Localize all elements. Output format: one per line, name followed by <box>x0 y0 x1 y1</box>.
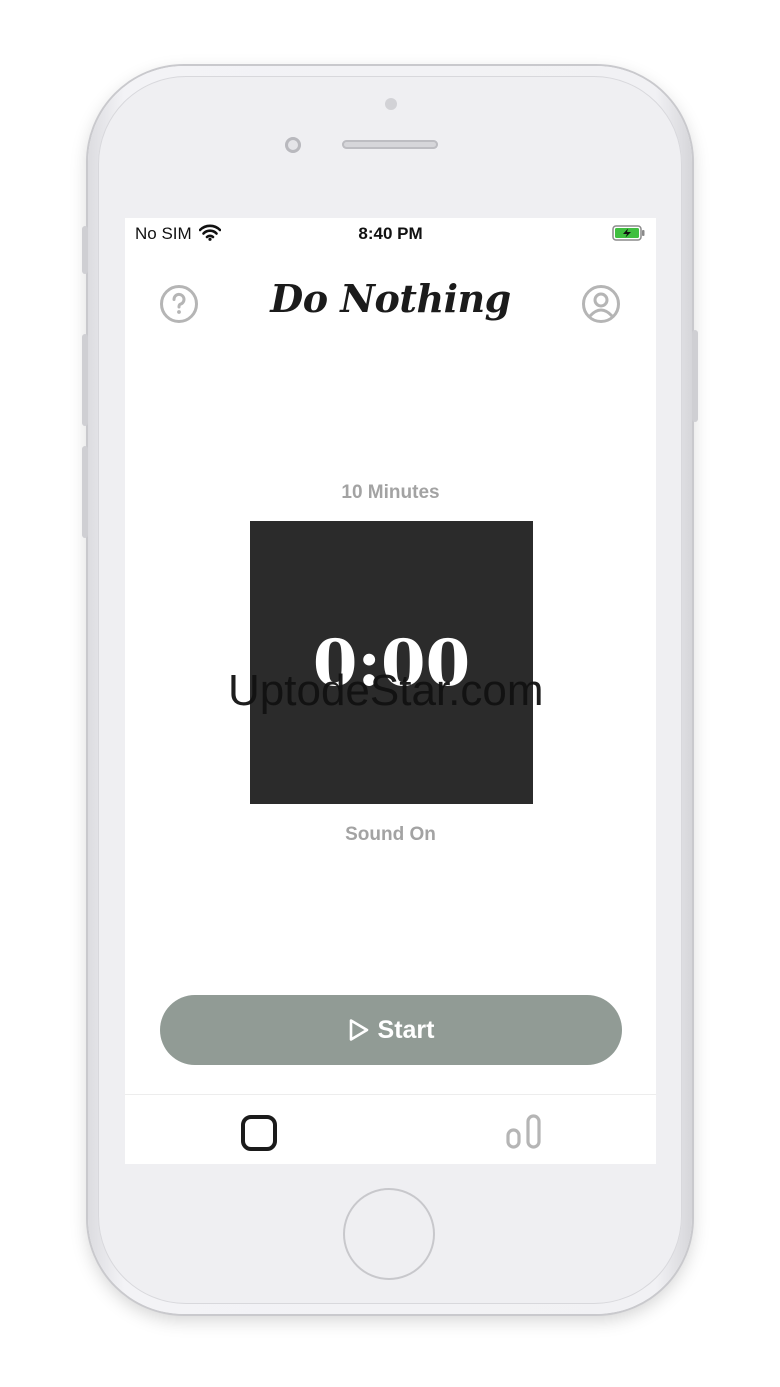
volume-down-button <box>82 446 88 538</box>
battery-charging-icon <box>612 225 646 246</box>
status-bar: No SIM 8:40 PM <box>125 218 656 248</box>
sound-toggle[interactable]: Sound On <box>125 824 656 846</box>
volume-up-button <box>82 334 88 426</box>
tab-bar <box>125 1094 656 1164</box>
start-button[interactable]: Start <box>160 995 622 1065</box>
tab-stats[interactable] <box>505 1114 545 1155</box>
clock: 8:40 PM <box>358 224 423 243</box>
power-button <box>692 330 698 422</box>
timer-display[interactable]: 0:00 <box>250 521 533 804</box>
earpiece-speaker <box>342 140 438 149</box>
watermark-text: UptodeStar.com <box>228 666 544 715</box>
app-screen: No SIM 8:40 PM Do Nothing 10 Minutes 0:0… <box>125 218 656 1164</box>
start-button-label: Start <box>377 1015 435 1044</box>
play-icon <box>349 1019 368 1041</box>
home-button[interactable] <box>343 1188 435 1280</box>
tab-timer[interactable] <box>240 1114 278 1157</box>
proximity-sensor <box>385 98 397 110</box>
mute-switch <box>82 226 88 274</box>
duration-selector[interactable]: 10 Minutes <box>125 482 656 504</box>
app-title: Do Nothing <box>270 276 511 321</box>
square-icon <box>241 1115 277 1151</box>
user-profile-icon[interactable] <box>581 284 621 329</box>
front-camera-icon <box>285 137 301 153</box>
bar-chart-icon <box>506 1114 541 1149</box>
